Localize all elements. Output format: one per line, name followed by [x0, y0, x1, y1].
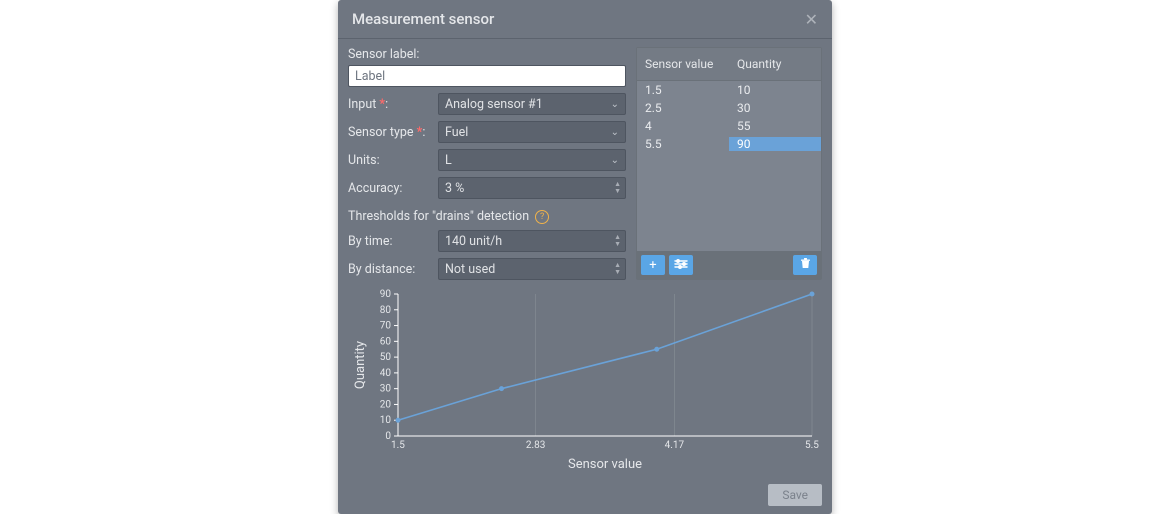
accuracy-group: Accuracy: 3 % ▲▼	[348, 177, 626, 199]
table-toolbar: +	[637, 251, 821, 279]
dialog-body: Sensor label: Label Input *: Analog sens…	[338, 39, 832, 480]
sensor-type-group: Sensor type *: Fuel ⌄	[348, 121, 626, 143]
svg-text:10: 10	[380, 415, 392, 426]
accuracy-value: 3 %	[445, 181, 464, 196]
cell-quantity: 30	[729, 101, 821, 115]
sensor-label-group: Sensor label: Label	[348, 47, 626, 87]
svg-text:5.5: 5.5	[805, 440, 819, 451]
by-time-caption: By time:	[348, 234, 432, 249]
table-row[interactable]: 4 55	[637, 117, 821, 135]
cell-quantity: 10	[729, 83, 821, 97]
by-time-group: By time: 140 unit/h ▲▼	[348, 230, 626, 252]
svg-text:Quantity: Quantity	[353, 341, 368, 389]
input-caption: Input *:	[348, 97, 432, 112]
svg-text:4.17: 4.17	[665, 440, 685, 451]
top-row: Sensor label: Label Input *: Analog sens…	[348, 47, 822, 280]
sensor-label-caption: Sensor label:	[348, 47, 626, 62]
svg-text:1.5: 1.5	[391, 440, 405, 451]
svg-text:90: 90	[380, 289, 392, 300]
chevron-down-icon: ⌄	[611, 99, 619, 110]
svg-text:60: 60	[380, 336, 392, 347]
by-distance-group: By distance: Not used ▲▼	[348, 258, 626, 280]
table-row[interactable]: 2.5 30	[637, 99, 821, 117]
plus-icon: +	[649, 258, 656, 273]
cell-quantity: 55	[729, 119, 821, 133]
trash-icon	[800, 257, 811, 273]
spinner-icon[interactable]: ▲▼	[614, 178, 621, 198]
sensor-type-select[interactable]: Fuel ⌄	[438, 121, 626, 143]
calibration-chart: 1.5 2.83 4.17 5.5 0 10 20 30 40 50 60 70 80 90 Sensor …	[348, 286, 822, 474]
sensor-label-value: Label	[355, 69, 385, 84]
table-row[interactable]: 1.5 10	[637, 81, 821, 99]
input-value: Analog sensor #1	[445, 97, 543, 112]
svg-text:2.83: 2.83	[526, 440, 546, 451]
spinner-icon[interactable]: ▲▼	[614, 259, 621, 279]
svg-text:50: 50	[380, 352, 392, 363]
svg-text:30: 30	[380, 384, 392, 395]
measurement-sensor-dialog: Measurement sensor ✕ Sensor label: Label…	[338, 0, 832, 514]
by-distance-input[interactable]: Not used ▲▼	[438, 258, 626, 280]
calibration-table: Sensor value Quantity 1.5 10 2.5 30 4 55	[636, 47, 822, 280]
svg-text:0: 0	[385, 431, 391, 442]
cell-sensor-value: 4	[637, 119, 729, 133]
cell-quantity: 90	[729, 137, 821, 151]
table-row[interactable]: 5.5 90	[637, 135, 821, 153]
table-body: 1.5 10 2.5 30 4 55 5.5 90	[637, 81, 821, 251]
col-quantity: Quantity	[729, 57, 821, 71]
cell-sensor-value: 1.5	[637, 83, 729, 97]
units-caption: Units:	[348, 153, 432, 168]
cell-sensor-value: 2.5	[637, 101, 729, 115]
units-group: Units: L ⌄	[348, 149, 626, 171]
by-distance-value: Not used	[445, 262, 495, 277]
thresholds-caption-row: Thresholds for "drains" detection ?	[348, 209, 626, 224]
sensor-label-input[interactable]: Label	[348, 65, 626, 87]
dialog-footer: Save	[338, 480, 832, 514]
spinner-icon[interactable]: ▲▼	[614, 231, 621, 251]
settings-button[interactable]	[669, 255, 693, 275]
by-distance-caption: By distance:	[348, 262, 432, 277]
accuracy-caption: Accuracy:	[348, 181, 432, 196]
by-time-value: 140 unit/h	[445, 234, 502, 249]
table-header: Sensor value Quantity	[637, 48, 821, 81]
settings-icon	[674, 258, 688, 273]
svg-text:Sensor value: Sensor value	[568, 457, 642, 472]
svg-text:20: 20	[380, 399, 392, 410]
input-select[interactable]: Analog sensor #1 ⌄	[438, 93, 626, 115]
by-time-input[interactable]: 140 unit/h ▲▼	[438, 230, 626, 252]
sensor-type-value: Fuel	[445, 125, 468, 140]
form-column: Sensor label: Label Input *: Analog sens…	[348, 47, 626, 280]
thresholds-caption: Thresholds for "drains" detection	[348, 209, 529, 224]
help-icon[interactable]: ?	[535, 210, 549, 224]
chevron-down-icon: ⌄	[611, 127, 619, 138]
svg-text:80: 80	[380, 305, 392, 316]
delete-row-button[interactable]	[793, 255, 817, 275]
units-select[interactable]: L ⌄	[438, 149, 626, 171]
dialog-header: Measurement sensor ✕	[338, 0, 832, 39]
col-sensor-value: Sensor value	[637, 57, 729, 71]
add-row-button[interactable]: +	[641, 255, 665, 275]
dialog-title: Measurement sensor	[352, 10, 494, 28]
input-group: Input *: Analog sensor #1 ⌄	[348, 93, 626, 115]
units-value: L	[445, 153, 452, 168]
cell-sensor-value: 5.5	[637, 137, 729, 151]
close-icon[interactable]: ✕	[805, 10, 818, 29]
chevron-down-icon: ⌄	[611, 155, 619, 166]
svg-text:40: 40	[380, 368, 392, 379]
svg-text:70: 70	[380, 321, 392, 332]
sensor-type-caption: Sensor type *:	[348, 125, 432, 140]
save-button[interactable]: Save	[768, 484, 822, 506]
accuracy-input[interactable]: 3 % ▲▼	[438, 177, 626, 199]
